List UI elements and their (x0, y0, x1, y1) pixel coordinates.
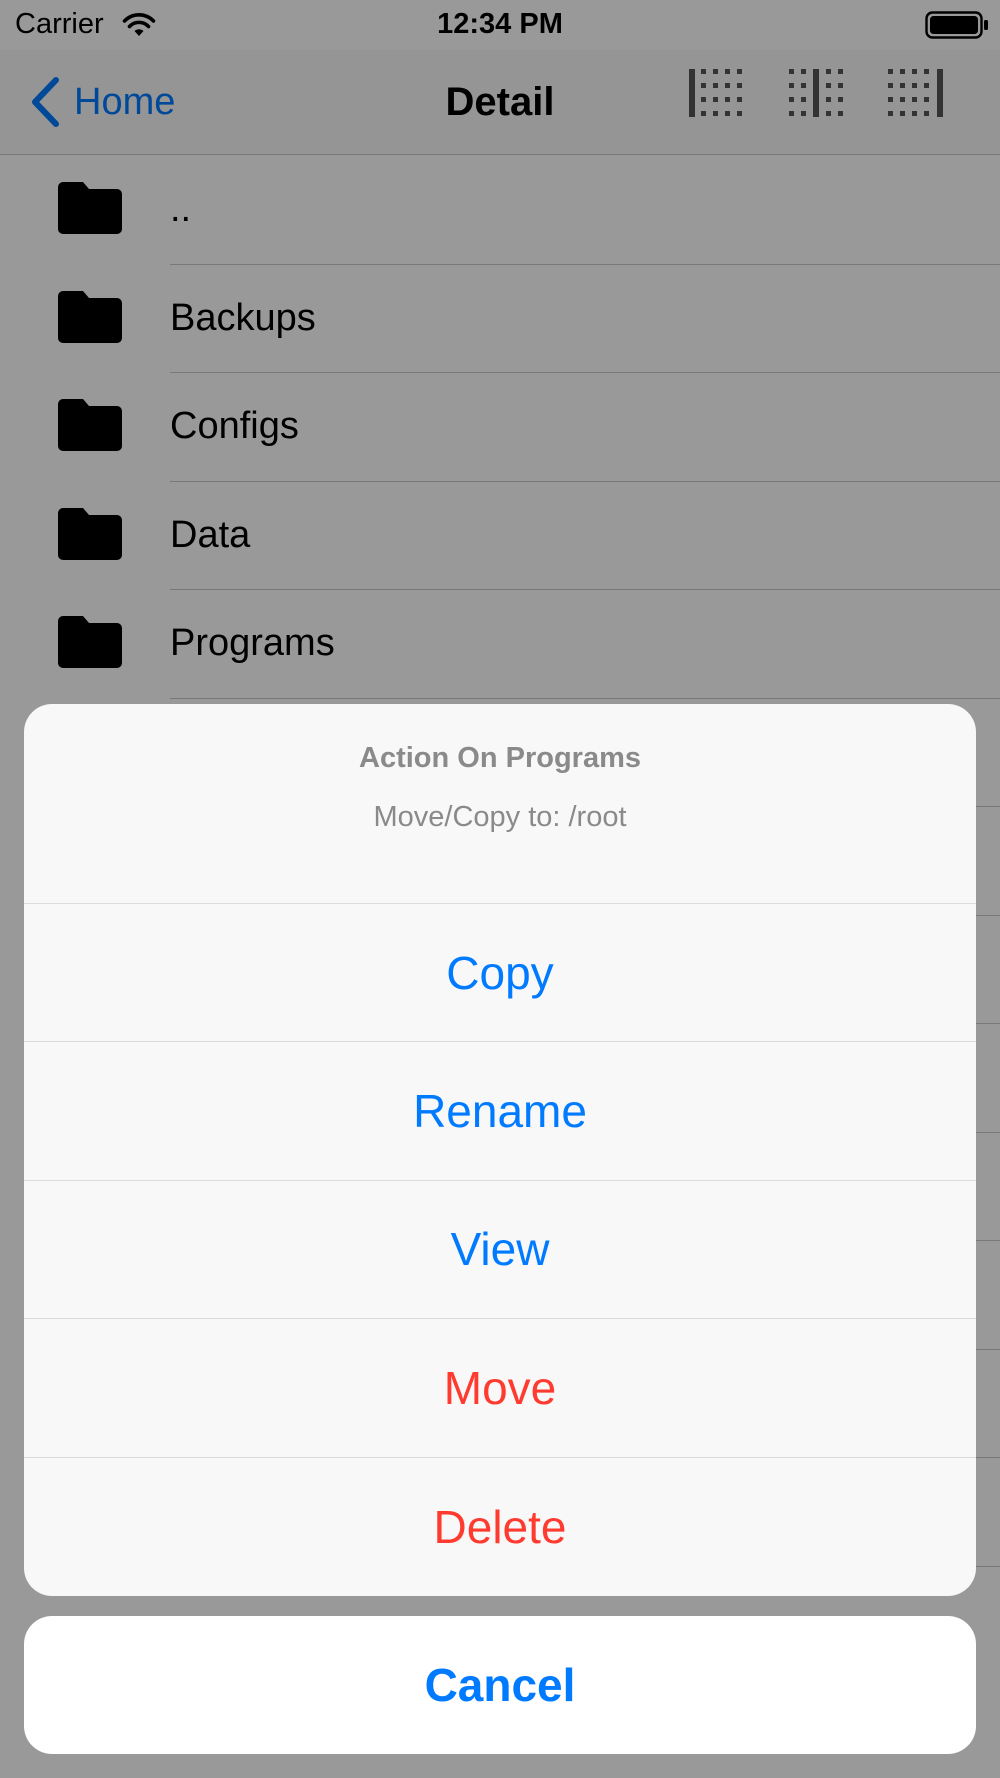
view-button[interactable]: View (24, 1181, 976, 1320)
copy-button[interactable]: Copy (24, 904, 976, 1043)
move-button[interactable]: Move (24, 1319, 976, 1458)
action-sheet-header: Action On Programs Move/Copy to: /root (24, 704, 976, 904)
action-sheet: Action On Programs Move/Copy to: /root C… (24, 704, 976, 1596)
delete-button[interactable]: Delete (24, 1458, 976, 1596)
action-sheet-message: Move/Copy to: /root (373, 801, 627, 833)
cancel-button[interactable]: Cancel (24, 1616, 976, 1754)
screen: Carrier 12:34 PM Home Detail .. Backups … (0, 0, 1000, 1778)
rename-button[interactable]: Rename (24, 1042, 976, 1181)
action-sheet-title: Action On Programs (359, 742, 641, 774)
